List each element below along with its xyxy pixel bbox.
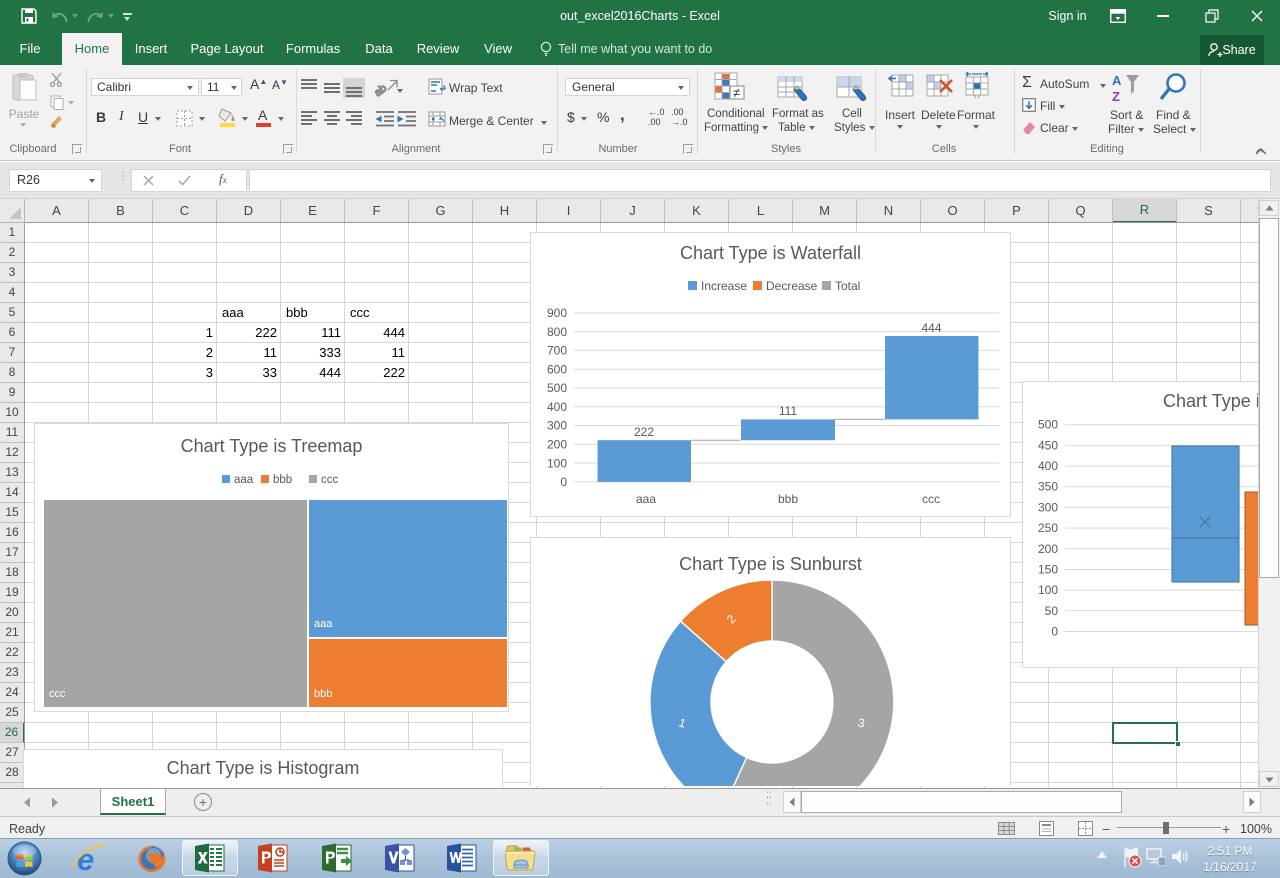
svg-text:Z: Z	[1112, 89, 1120, 103]
svg-text:500: 500	[1038, 418, 1058, 432]
svg-text:100: 100	[1038, 583, 1058, 597]
svg-text:100: 100	[547, 456, 567, 470]
svg-text:≠: ≠	[733, 85, 740, 100]
svg-text:300: 300	[547, 419, 567, 433]
svg-text:ab: ab	[372, 82, 389, 99]
svg-text:50: 50	[1045, 604, 1059, 618]
svg-text:350: 350	[1038, 480, 1058, 494]
svg-text:0: 0	[1051, 625, 1058, 639]
svg-text:600: 600	[547, 362, 567, 376]
svg-text:0: 0	[560, 475, 567, 489]
svg-text:444: 444	[921, 321, 941, 335]
svg-text:300: 300	[1038, 500, 1058, 514]
svg-text:111: 111	[779, 404, 798, 418]
svg-text:800: 800	[547, 325, 567, 339]
svg-text:200: 200	[1038, 542, 1058, 556]
svg-text:900: 900	[547, 306, 567, 320]
svg-text:400: 400	[547, 400, 567, 414]
svg-text:ccc: ccc	[922, 492, 940, 506]
svg-text:500: 500	[547, 381, 567, 395]
svg-text:bbb: bbb	[778, 492, 798, 506]
svg-text:200: 200	[547, 438, 567, 452]
svg-text:250: 250	[1038, 521, 1058, 535]
svg-text:222: 222	[634, 425, 654, 439]
svg-text:aaa: aaa	[636, 492, 656, 506]
svg-text:400: 400	[1038, 459, 1058, 473]
svg-text:e: e	[77, 842, 94, 875]
svg-text:450: 450	[1038, 438, 1058, 452]
svg-text:A: A	[1112, 73, 1122, 88]
svg-text:700: 700	[547, 344, 567, 358]
svg-text:150: 150	[1038, 563, 1058, 577]
